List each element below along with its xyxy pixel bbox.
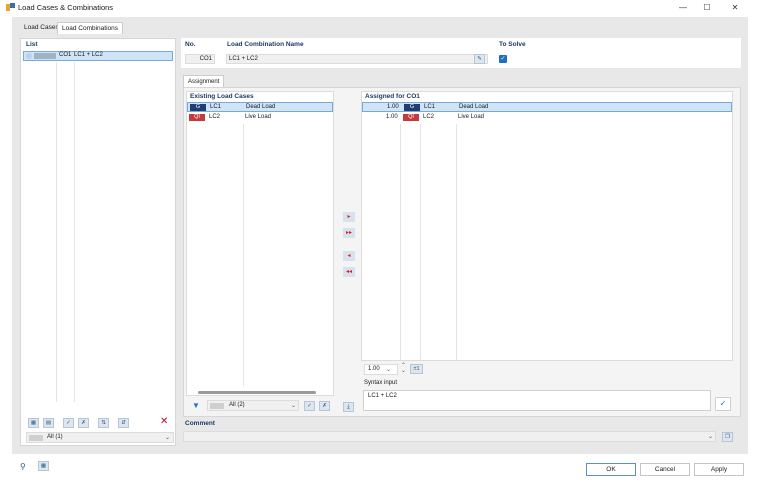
filter-swatch <box>29 435 43 441</box>
load-factor: 1.00 <box>387 104 399 110</box>
maximize-button[interactable]: ☐ <box>696 1 718 14</box>
close-window-button[interactable]: ✕ <box>724 1 746 14</box>
comment-field[interactable]: ⌄ <box>183 431 716 442</box>
load-case-name: Live Load <box>245 114 272 120</box>
list-item[interactable]: CO1 LC1 + LC2 <box>23 51 173 61</box>
load-case-id: LC1 <box>210 104 222 110</box>
chevron-down-icon: ⌄ <box>291 403 297 409</box>
filter-icon[interactable]: ▼ <box>192 401 200 410</box>
sort-icon[interactable]: ⇅ <box>98 418 109 428</box>
no-field[interactable]: CO1 <box>185 54 215 64</box>
edit-name-icon[interactable]: ✎ <box>474 54 485 64</box>
factor-value: 1.00 <box>368 366 380 372</box>
list-item-name: LC1 + LC2 <box>74 52 103 58</box>
load-type-badge: QI A <box>189 114 205 127</box>
assigned-column-divider <box>400 124 401 360</box>
load-case-name: Dead Load <box>459 104 489 110</box>
existing-column-divider <box>243 124 244 386</box>
minimize-button[interactable]: — <box>672 1 694 14</box>
existing-row[interactable]: QI A LC2 Live Load <box>187 113 333 127</box>
existing-row[interactable]: G LC1 Dead Load <box>187 102 333 112</box>
copy-combination-icon[interactable]: ▤ <box>43 418 54 428</box>
new-combination-icon[interactable]: ▦ <box>28 418 39 428</box>
deselect-all-icon[interactable]: ✗ <box>319 401 330 411</box>
list-filter-select[interactable]: All (1) ⌄ <box>26 432 174 443</box>
to-solve-label: To Solve <box>499 41 526 48</box>
load-type-badge: G <box>190 104 206 111</box>
existing-load-cases-list <box>186 91 334 396</box>
list-filter-value: All (1) <box>47 434 63 440</box>
color-swatch <box>34 53 56 59</box>
renumber-icon[interactable]: ⇵ <box>118 418 129 428</box>
assigned-header: Assigned for CO1 <box>365 93 420 100</box>
app-icon <box>6 3 15 12</box>
existing-filter-value: All (2) <box>229 402 245 408</box>
select-all-icon[interactable]: ✓ <box>304 401 315 411</box>
title-bar <box>0 0 760 15</box>
chevron-down-icon: ⌄ <box>386 367 392 373</box>
uncheck-all-icon[interactable]: ✗ <box>78 418 89 428</box>
syntax-input-field[interactable]: LC1 + LC2 <box>363 390 711 411</box>
syntax-input-label: Syntax input <box>364 380 398 386</box>
load-case-id: LC1 <box>424 104 436 110</box>
horizontal-scrollbar[interactable] <box>198 391 316 394</box>
search-icon[interactable]: ⚲ <box>20 462 26 471</box>
sign-toggle-button[interactable]: ±1 <box>410 364 423 374</box>
assigned-column-divider <box>456 124 457 360</box>
load-type-badge: G <box>404 104 420 111</box>
apply-button[interactable]: Apply <box>694 463 744 476</box>
window-title: Load Cases & Combinations <box>18 3 114 12</box>
status-dot-icon <box>26 53 32 59</box>
load-case-id: LC2 <box>209 114 221 120</box>
load-case-id: LC2 <box>423 114 435 120</box>
list-panel <box>20 38 176 446</box>
assigned-load-cases-list <box>361 91 733 361</box>
comment-copy-icon[interactable]: ❐ <box>722 432 733 442</box>
remove-selected-button[interactable]: ◂ <box>343 251 355 261</box>
check-all-icon[interactable]: ✓ <box>63 418 74 428</box>
tab-load-combinations[interactable]: Load Combinations <box>57 22 124 34</box>
move-down-icon[interactable]: ⤓ <box>343 402 354 412</box>
units-icon[interactable]: ▦ <box>38 461 49 471</box>
apply-syntax-check-icon[interactable]: ✓ <box>715 397 731 411</box>
assigned-row[interactable]: 1.00 QI A LC2 Live Load <box>362 113 732 127</box>
combination-name-field[interactable]: LC1 + LC2 <box>226 54 488 64</box>
combination-name-label: Load Combination Name <box>227 41 304 48</box>
existing-load-cases-header: Existing Load Cases <box>190 93 254 100</box>
factor-spinner[interactable]: ⌃ ⌄ <box>401 363 406 374</box>
cancel-button[interactable]: Cancel <box>640 463 690 476</box>
add-all-button[interactable]: ▸▸ <box>343 228 355 238</box>
comment-label: Comment <box>185 420 215 427</box>
load-case-name: Dead Load <box>246 104 276 110</box>
factor-select[interactable]: 1.00 ⌄ <box>364 364 398 375</box>
chevron-down-icon: ⌄ <box>708 434 714 440</box>
to-solve-checkbox[interactable]: ✓ <box>499 55 507 63</box>
list-item-no: CO1 <box>59 52 72 58</box>
add-selected-button[interactable]: ▸ <box>343 212 355 222</box>
tab-assignment[interactable]: Assignment <box>183 75 225 87</box>
list-header: List <box>26 41 38 48</box>
assigned-column-divider <box>420 124 421 360</box>
no-label: No. <box>185 41 196 48</box>
assigned-row[interactable]: 1.00 G LC1 Dead Load <box>362 102 732 112</box>
load-factor: 1.00 <box>386 114 398 120</box>
existing-filter-select[interactable]: All (2) ⌄ <box>207 400 299 411</box>
filter-swatch <box>210 403 224 409</box>
list-column-divider <box>74 62 75 402</box>
ok-button[interactable]: OK <box>586 463 636 476</box>
load-case-name: Live Load <box>458 114 485 120</box>
chevron-down-icon: ⌄ <box>165 435 171 441</box>
list-column-divider <box>56 62 57 402</box>
remove-all-button[interactable]: ◂◂ <box>343 267 355 277</box>
delete-icon[interactable]: ✕ <box>160 416 168 427</box>
load-type-badge: QI A <box>403 114 419 127</box>
